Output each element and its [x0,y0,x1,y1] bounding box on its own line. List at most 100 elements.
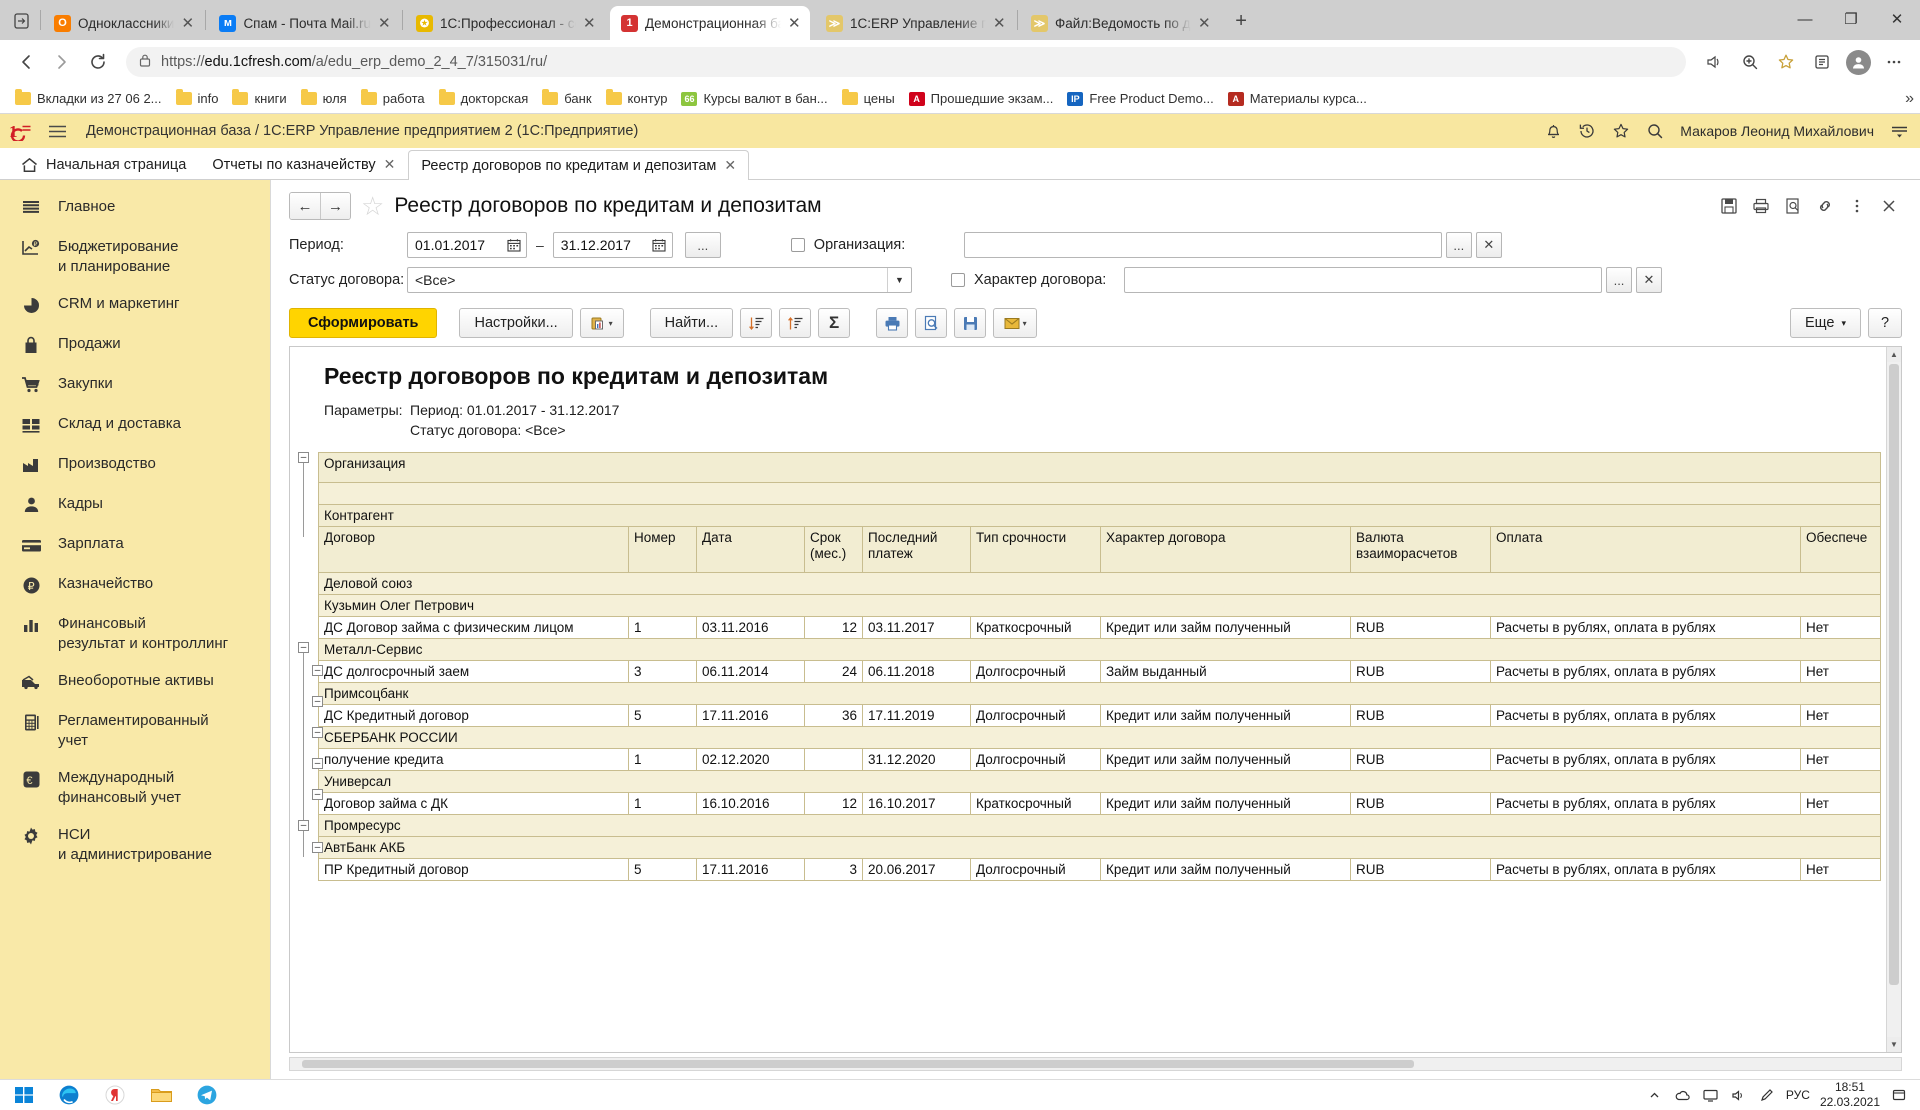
edge-icon[interactable] [46,1081,92,1110]
save-icon[interactable] [1718,195,1740,217]
report-group-counterparty[interactable]: СБЕРБАНК РОССИИ [317,726,1882,749]
browser-tab-close-icon[interactable]: ✕ [1198,16,1212,31]
period-select-button[interactable]: ... [684,232,721,258]
sidebar-item-financial-result[interactable]: Финансовый результат и контроллинг [0,605,270,662]
report-group-counterparty[interactable]: Кузьмин Олег Петрович [317,594,1882,617]
browser-tab[interactable]: м Спам - Почта Mail.ru ✕ [208,6,400,40]
sort-asc-icon[interactable] [779,308,812,338]
sidebar-item-budgeting[interactable]: ₽ Бюджетирование и планирование [0,228,270,285]
favorites-icon[interactable] [1606,117,1636,145]
outline-collapse-icon[interactable]: – [298,642,309,653]
organization-pick-button[interactable]: ... [1445,232,1472,258]
bookmark-item[interactable]: цены [835,88,902,109]
profile-icon[interactable] [1842,46,1874,78]
report-vertical-scrollbar[interactable]: ▲ ▼ [1886,347,1901,1052]
windows-icon[interactable] [2,1081,46,1110]
outline-collapse-icon[interactable]: – [312,727,323,738]
sort-desc-icon[interactable] [740,308,773,338]
scroll-up-icon[interactable]: ▲ [1887,347,1901,362]
zoom-icon[interactable] [1734,46,1766,78]
bookmark-item[interactable]: банк [535,88,598,109]
maximize-button[interactable]: ❐ [1828,0,1874,38]
report-group-organization[interactable]: Деловой союз [317,572,1882,595]
scroll-down-icon[interactable]: ▼ [1887,1037,1901,1052]
table-row[interactable]: ДС долгосрочный заем 3 06.11.2014 24 06.11.2… [318,660,1882,683]
bookmark-item[interactable]: юля [294,88,354,109]
vscroll-track[interactable] [1887,362,1901,1037]
outline-collapse-icon[interactable]: – [312,842,323,853]
bookmark-item[interactable]: A Прошедшие экзам... [902,88,1061,109]
nature-pick-button[interactable]: ... [1606,267,1632,293]
search-icon[interactable] [1640,117,1670,145]
link-icon[interactable] [1814,195,1836,217]
tab-credit-registry[interactable]: Реестр договоров по кредитам и депозитам… [408,150,750,180]
add-favorite-icon[interactable]: ☆ [361,193,384,219]
more-icon[interactable] [1846,195,1868,217]
period-from-input[interactable]: 01.01.2017 [407,232,527,258]
sidebar-item-administration[interactable]: НСИ и администрирование [0,816,270,873]
sidebar-item-international-accounting[interactable]: € Международный финансовый учет [0,759,270,816]
outline-collapse-icon[interactable]: – [312,665,323,676]
table-row[interactable]: ДС Кредитный договор 5 17.11.2016 36 17.11.2… [318,704,1882,727]
report-horizontal-scrollbar[interactable] [289,1057,1902,1071]
table-row[interactable]: Договор займа с ДК 1 16.10.2016 12 16.10.201… [318,792,1882,815]
sidebar-item-treasury[interactable]: ₽ Казначейство [0,565,270,605]
nature-clear-button[interactable]: ✕ [1636,267,1662,293]
sidebar-item-warehouse[interactable]: Склад и доставка [0,405,270,445]
sidebar-item-payroll[interactable]: Зарплата [0,525,270,565]
table-row[interactable]: ПР Кредитный договор 5 17.11.2016 3 20.06.20… [318,858,1882,881]
page-forward-button[interactable]: → [320,193,350,219]
tab-close-icon[interactable]: ✕ [724,157,736,174]
calendar-icon[interactable] [651,238,668,252]
close-icon[interactable] [1878,195,1900,217]
hscroll-thumb[interactable] [302,1060,1414,1068]
bookmark-item[interactable]: Вкладки из 27 06 2... [8,88,169,109]
main-menu-icon[interactable] [42,118,72,144]
forward-icon[interactable] [46,46,78,78]
outline-collapse-icon[interactable]: – [298,452,309,463]
report-group-counterparty[interactable]: АвтБанк АКБ [317,836,1882,859]
new-tab-button[interactable]: + [1226,6,1256,36]
sidebar-item-regulated-accounting[interactable]: Регламентированный учет [0,702,270,759]
browser-tab[interactable]: О Одноклассники ✕ [43,6,203,40]
close-window-button[interactable]: ✕ [1874,0,1920,38]
find-button[interactable]: Найти... [649,308,734,338]
outline-collapse-icon[interactable]: – [312,696,323,707]
browser-tab-close-icon[interactable]: ✕ [181,16,195,31]
volume-icon[interactable] [1730,1086,1748,1104]
tab-close-icon[interactable]: ✕ [384,156,396,173]
page-back-button[interactable]: ← [290,193,320,219]
sidebar-item-hr[interactable]: Кадры [0,485,270,525]
yandex-icon[interactable] [92,1081,138,1110]
bookmarks-overflow-icon[interactable]: » [1905,90,1914,108]
sum-icon[interactable]: Σ [818,308,851,338]
browser-tab-close-icon[interactable]: ✕ [583,16,597,31]
chevron-down-icon[interactable]: ▼ [887,268,911,292]
save-icon[interactable] [954,308,987,338]
sidebar-item-main[interactable]: Главное [0,188,270,228]
sidebar-item-production[interactable]: Производство [0,445,270,485]
history-icon[interactable] [1572,117,1602,145]
onedrive-icon[interactable] [1674,1086,1692,1104]
outline-collapse-icon[interactable]: – [298,820,309,831]
browser-tab[interactable]: 1 Демонстрационная база / ✕ [610,6,811,40]
browser-more-icon[interactable] [1878,46,1910,78]
calendar-icon[interactable] [505,238,522,252]
sidebar-item-crm[interactable]: CRM и маркетинг [0,285,270,325]
tab-home[interactable]: Начальная страница [8,149,199,179]
user-name[interactable]: Макаров Леонид Михайлович [1680,123,1874,139]
nature-checkbox[interactable] [951,273,965,287]
read-aloud-icon[interactable] [1698,46,1730,78]
clock[interactable]: 18:51 22.03.2021 [1820,1080,1880,1110]
language-indicator[interactable]: РУС [1786,1088,1810,1102]
report-group-organization[interactable]: Промресурс [317,814,1882,837]
bell-icon[interactable] [1538,117,1568,145]
bookmark-item[interactable]: 66 Курсы валют в бан... [674,88,834,109]
sidebar-item-sales[interactable]: Продажи [0,325,270,365]
print-icon[interactable] [1750,195,1772,217]
reload-icon[interactable] [82,46,114,78]
organization-input[interactable] [963,232,1442,258]
notification-icon[interactable] [1890,1086,1908,1104]
vscroll-thumb[interactable] [1889,364,1899,985]
generate-button[interactable]: Сформировать [289,308,438,338]
